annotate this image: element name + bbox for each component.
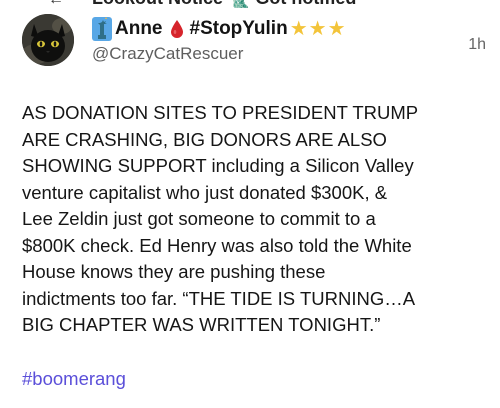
black-cat-avatar-icon bbox=[22, 14, 74, 66]
post-header: Anne #StopYulin ★ ★ ★ @CrazyCatRescuer bbox=[92, 16, 487, 66]
post-body: AS DONATION SITES TO PRESIDENT TRUMP ARE… bbox=[22, 102, 419, 335]
star-icon: ★ bbox=[289, 18, 308, 40]
user-handle[interactable]: @CrazyCatRescuer bbox=[92, 44, 487, 66]
post[interactable]: Anne #StopYulin ★ ★ ★ @CrazyCatRescuer 1… bbox=[0, 0, 500, 408]
name-hashtag: #StopYulin bbox=[189, 18, 288, 39]
hashtag-link[interactable]: #boomerang bbox=[22, 368, 126, 390]
display-name-row[interactable]: Anne #StopYulin ★ ★ ★ bbox=[92, 16, 487, 42]
star-icon: ★ bbox=[327, 18, 346, 40]
post-timestamp: 1h bbox=[468, 36, 486, 53]
statue-of-liberty-icon bbox=[92, 17, 112, 41]
star-icon: ★ bbox=[308, 18, 327, 40]
display-name: Anne bbox=[115, 18, 163, 39]
stars: ★ ★ ★ bbox=[290, 19, 347, 39]
blood-drop-icon bbox=[170, 19, 184, 39]
avatar[interactable] bbox=[22, 14, 74, 66]
